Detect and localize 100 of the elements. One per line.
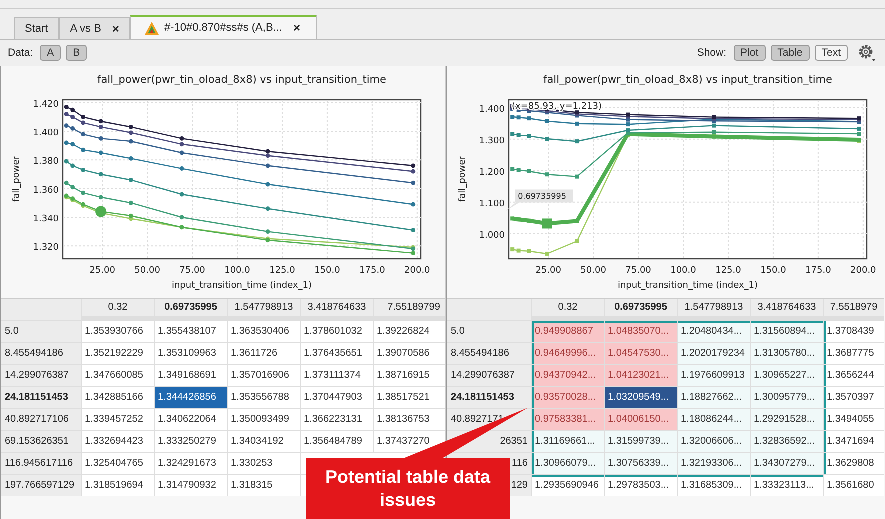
table-cell[interactable]: 1.34034192 [228, 431, 300, 452]
table-cell[interactable]: 1.1976609913 [678, 365, 750, 386]
table-cell[interactable]: 1.2935690946 [532, 475, 604, 496]
table-cell[interactable]: 1.330253 [228, 453, 300, 474]
table-cell[interactable]: 1.31305780... [751, 343, 823, 364]
table-cell[interactable]: 1.37437270 [374, 431, 445, 452]
table-cell[interactable]: 1.340622064 [155, 409, 227, 430]
table-cell[interactable]: 1.30965227... [751, 365, 823, 386]
table-cell[interactable]: 1.339457252 [82, 409, 154, 430]
table-cell[interactable]: 1.352192229 [82, 343, 154, 364]
table-cell[interactable]: 1.31560894... [751, 321, 823, 342]
table-cell[interactable]: 1.38517521 [374, 387, 445, 408]
tab[interactable]: A vs B × [59, 17, 130, 39]
table-cell[interactable]: 1.38136753 [374, 409, 445, 430]
column-header: 1.547798913 [678, 299, 750, 316]
table-cell[interactable]: 0.94370942... [532, 365, 604, 386]
toggle-button[interactable]: Text [814, 45, 848, 61]
table-cell[interactable]: 1.39226824 [374, 321, 445, 342]
table-cell[interactable]: 1.342885166 [82, 387, 154, 408]
table-cell[interactable]: 1.34307279... [751, 453, 823, 474]
table-cell[interactable]: 1.347660085 [82, 365, 154, 386]
table-cell[interactable]: 0.949908867 [532, 321, 604, 342]
callout: Potential table data issues [306, 458, 510, 519]
table-cell[interactable]: 1.04835070... [605, 321, 677, 342]
close-icon[interactable]: × [293, 21, 300, 35]
table-cell[interactable]: 1.39070586 [374, 343, 445, 364]
toggle-button[interactable]: Plot [734, 45, 766, 61]
table-cell[interactable]: 1.378601032 [301, 321, 373, 342]
table-cell[interactable]: 1.314790932 [155, 475, 227, 496]
table-cell[interactable]: 1.373111374 [301, 365, 373, 386]
table-cell[interactable]: 1.04123021... [605, 365, 677, 386]
table-cell[interactable]: 1.3494055 [824, 409, 884, 430]
table-cell[interactable]: 1.3570397 [824, 387, 884, 408]
tab[interactable]: Start [14, 17, 60, 39]
point [510, 115, 515, 119]
row-header: 24.181151453 [1, 387, 81, 408]
table-cell[interactable]: 1.2020179234 [678, 343, 750, 364]
table-cell[interactable]: 1.363530406 [228, 321, 300, 342]
table-cell[interactable]: 0.94649996... [532, 343, 604, 364]
table-cell[interactable]: 1.349168691 [155, 365, 227, 386]
table-cell[interactable]: 1.04547530... [605, 343, 677, 364]
close-icon[interactable]: × [112, 22, 120, 36]
table-cell[interactable]: 1.3561680 [824, 475, 884, 496]
table-cell[interactable]: 1.20480434... [678, 321, 750, 342]
table-cell[interactable]: 1.3687775 [824, 343, 884, 364]
toggle-button[interactable]: Table [770, 45, 810, 61]
table-cell[interactable]: 1.318519694 [82, 475, 154, 496]
table-cell[interactable]: 1.353109963 [155, 343, 227, 364]
row-header: 14.299076387 [447, 365, 531, 386]
table-cell[interactable]: 1.31685309... [678, 475, 750, 496]
table-cell[interactable]: 0.93570028... [532, 387, 604, 408]
table-cell[interactable]: 1.353930766 [82, 321, 154, 342]
table-cell[interactable]: 1.353556788 [228, 387, 300, 408]
table-cell[interactable]: 0.97583381... [532, 409, 604, 430]
table-cell[interactable]: 1.355438107 [155, 321, 227, 342]
table-cell[interactable]: 1.03209549... [605, 387, 677, 408]
point [70, 108, 76, 112]
table-cell[interactable]: 1.33323113... [751, 475, 823, 496]
toggle-button[interactable]: A [40, 45, 62, 61]
table-cell[interactable]: 1.29291528... [751, 409, 823, 430]
point [98, 136, 104, 141]
tab[interactable]: #-10#0.870#ss#s (A,B... × [130, 15, 318, 39]
table-cell[interactable]: 1.3471694 [824, 431, 884, 452]
table-cell[interactable]: 1.357016906 [228, 365, 300, 386]
table-cell[interactable]: 1.29783503... [605, 475, 677, 496]
table-cell[interactable]: 1.30756339... [605, 453, 677, 474]
table-cell[interactable]: 1.31599739... [605, 431, 677, 452]
table-cell[interactable]: 1.366223131 [301, 409, 373, 430]
point [70, 185, 76, 190]
table-cell[interactable]: 1.38716915 [374, 365, 445, 386]
table-cell[interactable]: 1.370447903 [301, 387, 373, 408]
table-cell[interactable]: 1.376435651 [301, 343, 373, 364]
table-cell[interactable]: 1.333250279 [155, 431, 227, 452]
table-cell[interactable]: 1.04006150... [605, 409, 677, 430]
table-cell[interactable]: 1.356484789 [301, 431, 373, 452]
table-cell[interactable]: 1.3708439 [824, 321, 884, 342]
toggle-button[interactable]: B [66, 45, 88, 61]
table-cell[interactable]: 1.31169661... [532, 431, 604, 452]
row-header: 40.8927171 [447, 409, 531, 430]
table-cell[interactable]: 1.18827662... [678, 387, 750, 408]
point [411, 164, 416, 168]
table-cell[interactable]: 1.3611726 [228, 343, 300, 364]
row-header: 116.945617116 [1, 453, 81, 474]
table-cell[interactable]: 1.318315 [228, 475, 300, 496]
table-cell[interactable]: 1.30095779... [751, 387, 823, 408]
point [411, 169, 416, 174]
table-cell[interactable]: 1.350093499 [228, 409, 300, 430]
table-cell[interactable]: 1.32193306... [678, 453, 750, 474]
table-cell[interactable]: 1.332694423 [82, 431, 154, 452]
table-cell[interactable]: 1.344426856 [155, 387, 227, 408]
table-cell[interactable]: 1.18086244... [678, 409, 750, 430]
table-cell[interactable]: 1.32836592... [751, 431, 823, 452]
axis-title: fall_power [12, 156, 22, 202]
tick-label: 75.00 [626, 266, 652, 276]
table-cell[interactable]: 1.30966079... [532, 453, 604, 474]
table-cell[interactable]: 1.3629808 [824, 453, 884, 474]
table-cell[interactable]: 1.32006606... [678, 431, 750, 452]
table-cell[interactable]: 1.3656244 [824, 365, 884, 386]
table-cell[interactable]: 1.325404765 [82, 453, 154, 474]
table-cell[interactable]: 1.324291673 [155, 453, 227, 474]
